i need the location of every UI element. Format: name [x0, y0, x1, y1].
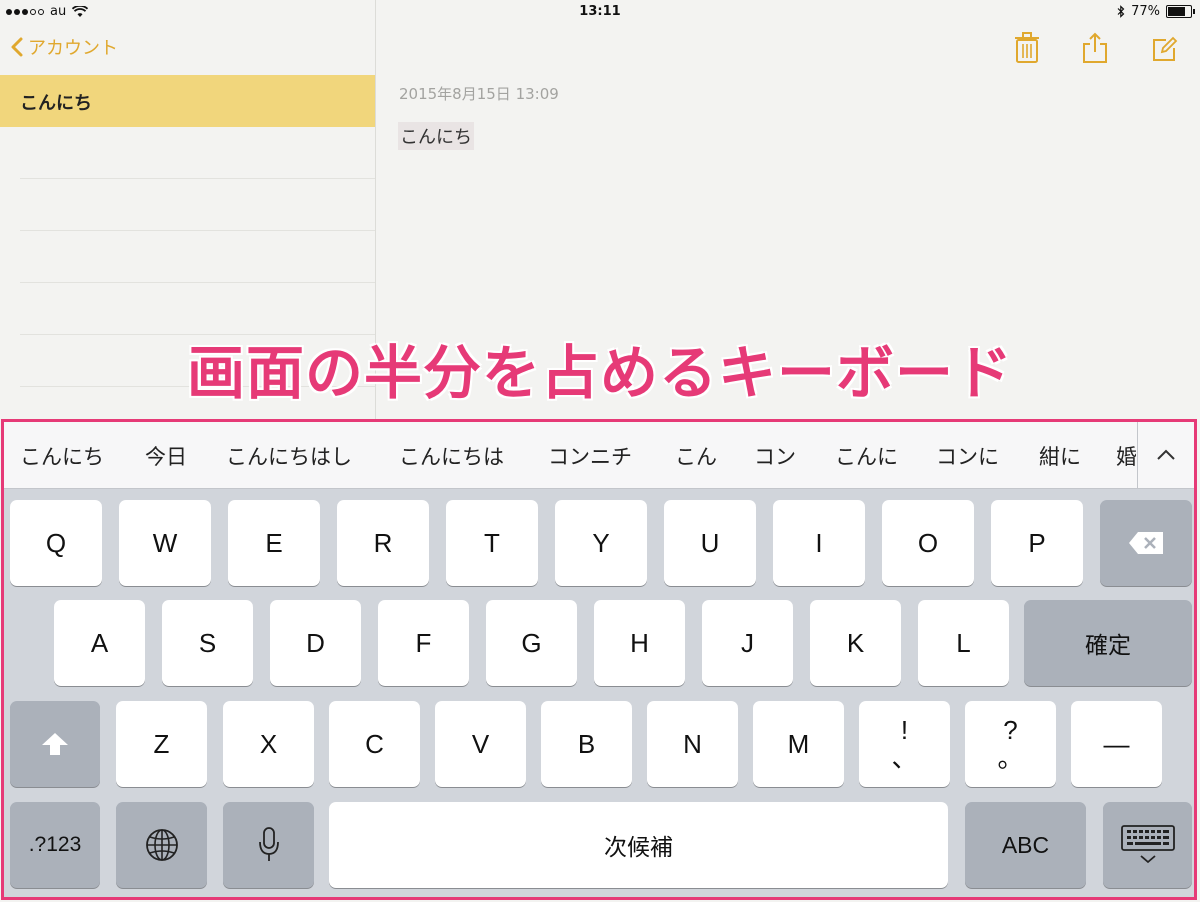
key-f[interactable]: F: [378, 600, 469, 686]
candidate-word[interactable]: こんに: [835, 441, 898, 471]
dismiss-keyboard-key[interactable]: [1103, 802, 1192, 888]
back-button-label: アカウント: [28, 38, 118, 59]
abc-key[interactable]: ABC: [965, 802, 1086, 888]
space-key[interactable]: 次候補: [329, 802, 948, 888]
key-x[interactable]: X: [223, 701, 314, 787]
key-s[interactable]: S: [162, 600, 253, 686]
note-list-item[interactable]: こんにち: [0, 75, 375, 127]
shift-icon: [42, 733, 68, 755]
key-j[interactable]: J: [702, 600, 793, 686]
key-k[interactable]: K: [810, 600, 901, 686]
key-a[interactable]: A: [54, 600, 145, 686]
key-bottom-char: 、: [891, 743, 918, 773]
candidate-word[interactable]: コンニチ: [548, 441, 632, 471]
chevron-up-icon: [1157, 449, 1175, 460]
globe-key[interactable]: [116, 802, 207, 888]
key-o[interactable]: O: [882, 500, 974, 586]
candidate-word[interactable]: こん: [675, 441, 717, 471]
bluetooth-icon: [1117, 5, 1125, 18]
key-z[interactable]: Z: [116, 701, 207, 787]
candidate-word[interactable]: コンに: [936, 441, 999, 471]
chevron-left-icon: [11, 37, 23, 57]
candidate-list: こんにち 今日 こんにちはし こんにちは コンニチ こん コン こんに コンに …: [4, 422, 1136, 488]
keyboard: こんにち 今日 こんにちはし こんにちは コンニチ こん コン こんに コンに …: [1, 419, 1197, 900]
share-icon[interactable]: [1082, 32, 1108, 64]
key-bottom-char: 。: [997, 743, 1024, 773]
key-top-char: ?: [1003, 715, 1018, 745]
key-d[interactable]: D: [270, 600, 361, 686]
key-q[interactable]: Q: [10, 500, 102, 586]
globe-icon: [145, 829, 178, 861]
note-body-text[interactable]: こんにち: [398, 122, 474, 150]
key-y[interactable]: Y: [555, 500, 647, 586]
confirm-key[interactable]: 確定: [1024, 600, 1192, 686]
list-divider: [20, 282, 375, 283]
shift-key[interactable]: [10, 701, 100, 787]
battery-icon: [1166, 5, 1195, 18]
key-r[interactable]: R: [337, 500, 429, 586]
back-button[interactable]: アカウント: [10, 34, 118, 60]
key-g[interactable]: G: [486, 600, 577, 686]
dictation-key[interactable]: [223, 802, 314, 888]
list-divider: [20, 178, 375, 179]
key-h[interactable]: H: [594, 600, 685, 686]
key-w[interactable]: W: [119, 500, 211, 586]
candidate-word[interactable]: こんにちはし: [226, 441, 352, 471]
candidate-word[interactable]: 紺に: [1039, 441, 1081, 471]
key-m[interactable]: M: [753, 701, 844, 787]
candidate-word[interactable]: こんにち: [20, 441, 104, 471]
key-p[interactable]: P: [991, 500, 1083, 586]
candidate-word[interactable]: 今日: [145, 441, 187, 471]
candidate-word[interactable]: 婚: [1116, 441, 1136, 471]
candidate-word[interactable]: こんにちは: [399, 441, 504, 471]
key-l[interactable]: L: [918, 600, 1009, 686]
key-i[interactable]: I: [773, 500, 865, 586]
backspace-key[interactable]: [1100, 500, 1192, 586]
note-timestamp: 2015年8月15日 13:09: [399, 85, 559, 103]
key-e[interactable]: E: [228, 500, 320, 586]
key-u[interactable]: U: [664, 500, 756, 586]
key-top-char: !: [900, 715, 909, 745]
key-dash[interactable]: —: [1071, 701, 1162, 787]
key-n[interactable]: N: [647, 701, 738, 787]
numbers-key[interactable]: .?123: [10, 802, 100, 888]
battery-percent: 77%: [1131, 4, 1160, 19]
key-c[interactable]: C: [329, 701, 420, 787]
key-b[interactable]: B: [541, 701, 632, 787]
backspace-icon: [1129, 532, 1163, 554]
compose-icon[interactable]: [1152, 36, 1178, 62]
microphone-icon: [258, 827, 279, 861]
annotation-caption: 画面の半分を占めるキーボード: [186, 339, 1013, 407]
key-question[interactable]: ? 。: [965, 701, 1056, 787]
prediction-bar: こんにち 今日 こんにちはし こんにちは コンニチ こん コン こんに コンに …: [4, 422, 1194, 489]
expand-candidates-button[interactable]: [1137, 422, 1194, 488]
keyboard-hide-icon: [1120, 825, 1175, 864]
status-right: 77%: [1117, 4, 1195, 19]
key-v[interactable]: V: [435, 701, 526, 787]
list-divider: [20, 230, 375, 231]
trash-icon[interactable]: [1014, 32, 1040, 64]
key-t[interactable]: T: [446, 500, 538, 586]
candidate-word[interactable]: コン: [754, 441, 796, 471]
note-list-item-title: こんにち: [20, 93, 92, 114]
key-exclamation[interactable]: ! 、: [859, 701, 950, 787]
